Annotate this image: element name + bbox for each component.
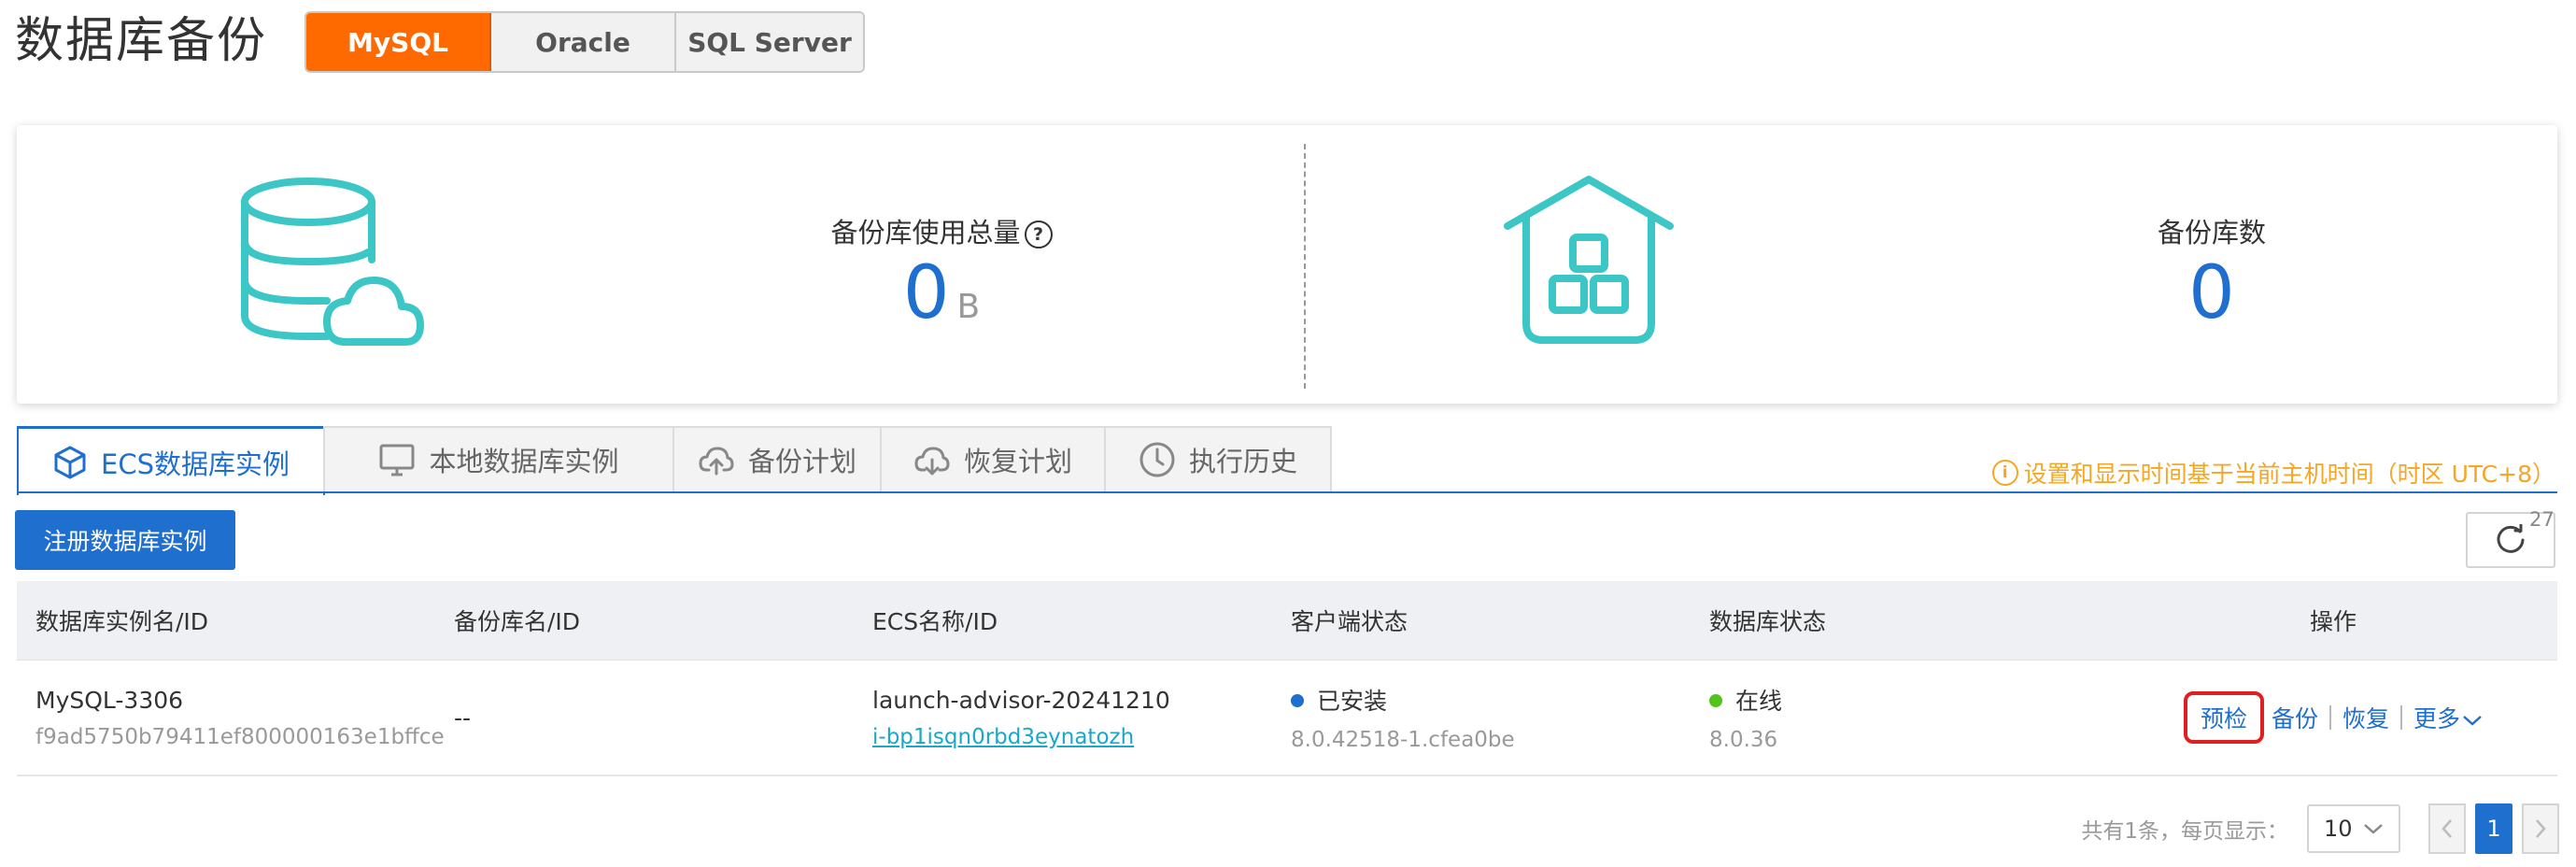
status-dot: [1709, 694, 1722, 707]
instances-table: 数据库实例名/ID 备份库名/ID ECS名称/ID 客户端状态 数据库状态 操…: [17, 581, 2557, 776]
tab-restore-plans[interactable]: 恢复计划: [880, 426, 1106, 491]
engine-tab-sqlserver[interactable]: SQL Server: [676, 13, 863, 71]
refresh-icon: [2497, 524, 2525, 553]
client-status-cell: 已安装 8.0.42518-1.cfea0be: [1272, 683, 1691, 752]
chevron-right-icon: [2536, 819, 2546, 838]
monitor-icon: [379, 444, 415, 476]
clock-icon: [1139, 442, 1175, 477]
tab-local-instances[interactable]: 本地数据库实例: [323, 426, 674, 491]
next-page-button[interactable]: [2522, 803, 2559, 854]
tabs-underline: [17, 491, 2557, 493]
column-header: 客户端状态: [1291, 608, 1408, 635]
instance-cell: MySQL-3306 f9ad5750b79411ef800000163e1bf…: [17, 686, 445, 749]
cloud-upload-icon: [699, 447, 734, 476]
ecs-id-link[interactable]: i-bp1isqn0rbd3eynatozh: [872, 725, 1272, 749]
ecs-name: launch-advisor-20241210: [872, 686, 1170, 714]
info-icon: i: [1991, 460, 2018, 486]
help-icon[interactable]: ?: [1024, 220, 1053, 249]
usage-label: 备份库使用总量?: [764, 211, 1119, 250]
db-status-cell: 在线 8.0.36: [1691, 683, 2109, 752]
tab-ecs-instances[interactable]: ECS数据库实例: [17, 426, 325, 495]
backup-link[interactable]: 备份: [2272, 701, 2318, 734]
page-number-current[interactable]: 1: [2475, 803, 2512, 854]
pagination: 共有1条，每页显示： 10 1: [2081, 803, 2559, 854]
database-cloud-icon: [241, 178, 424, 346]
column-header: ECS名称/ID: [872, 608, 998, 635]
refresh-count: 27: [2529, 508, 2555, 531]
stats-divider: [1304, 144, 1306, 389]
page-title: 数据库备份: [15, 13, 268, 69]
chevron-left-icon: [2442, 819, 2452, 838]
backup-db-cell: --: [454, 704, 472, 732]
count-label: 备份库数: [2157, 217, 2266, 249]
db-status: 在线: [1735, 688, 1783, 715]
register-instance-button[interactable]: 注册数据库实例: [15, 510, 235, 570]
prev-page-button[interactable]: [2428, 803, 2466, 854]
action-divider: [2329, 705, 2331, 730]
instance-name: MySQL-3306: [35, 686, 184, 714]
count-stat: 备份库数 0: [2034, 211, 2389, 331]
engine-tab-mysql[interactable]: MySQL: [306, 13, 491, 71]
cloud-download-icon: [914, 447, 950, 476]
stats-card: 备份库使用总量? 0B 备份库数 0: [17, 125, 2557, 404]
pagination-summary: 共有1条，每页显示：: [2081, 819, 2288, 844]
usage-unit: B: [956, 288, 981, 326]
instance-id: f9ad5750b79411ef800000163e1bffce: [35, 724, 445, 749]
table-row: MySQL-3306 f9ad5750b79411ef800000163e1bf…: [17, 661, 2557, 776]
usage-value: 0B: [902, 251, 981, 335]
client-version: 8.0.42518-1.cfea0be: [1291, 728, 1515, 752]
engine-tab-oracle[interactable]: Oracle: [491, 13, 676, 71]
column-header: 操作: [2309, 608, 2357, 635]
tab-execution-history[interactable]: 执行历史: [1104, 426, 1332, 491]
chevron-down-icon: [2364, 824, 2383, 834]
restore-link[interactable]: 恢复: [2342, 701, 2389, 734]
precheck-link[interactable]: 预检: [2183, 691, 2264, 744]
usage-stat: 备份库使用总量? 0B: [764, 211, 1119, 345]
status-dot: [1291, 694, 1304, 707]
table-header: 数据库实例名/ID 备份库名/ID ECS名称/ID 客户端状态 数据库状态 操…: [17, 581, 2557, 661]
column-header: 备份库名/ID: [454, 608, 581, 635]
actions-cell: 预检 备份 恢复 更多: [2109, 691, 2557, 744]
cube-icon: [54, 446, 86, 478]
page-size-select[interactable]: 10: [2307, 804, 2400, 853]
ecs-cell: launch-advisor-20241210 i-bp1isqn0rbd3ey…: [854, 687, 1272, 749]
timezone-note: i 设置和显示时间基于当前主机时间（时区 UTC+8）: [1991, 456, 2555, 490]
count-value: 0: [2188, 251, 2235, 335]
column-header: 数据库实例名/ID: [35, 608, 209, 635]
instance-tabs: ECS数据库实例 本地数据库实例 备份计划 恢复计划 执行历史: [17, 426, 1332, 495]
column-header: 数据库状态: [1709, 608, 1827, 635]
chevron-down-icon: [2463, 716, 2482, 726]
client-status: 已安装: [1317, 688, 1388, 715]
more-dropdown[interactable]: 更多: [2413, 701, 2483, 734]
warehouse-icon: [1504, 176, 1674, 344]
engine-switch: MySQL Oracle SQL Server: [304, 11, 865, 73]
action-divider: [2400, 705, 2403, 730]
db-version: 8.0.36: [1709, 728, 1778, 752]
tab-backup-plans[interactable]: 备份计划: [672, 426, 882, 491]
